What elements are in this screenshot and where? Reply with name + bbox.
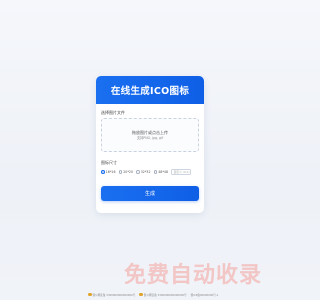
size-option-20[interactable]: 20*20 bbox=[118, 170, 133, 174]
footer-item[interactable]: 浙公网安备 3300000000000000号 bbox=[139, 292, 187, 297]
size-option-16[interactable]: 16*16 bbox=[101, 170, 116, 174]
size-option-32[interactable]: 32*32 bbox=[136, 170, 151, 174]
page-title: 在线生成ICO图标 bbox=[110, 86, 190, 97]
upload-format-hint: 支持PNG, jpg, gif bbox=[136, 135, 164, 140]
radio-button[interactable] bbox=[153, 170, 158, 174]
card-body: 选择图片文件 拖放图片或点击上传 支持PNG, jpg, gif 图标尺寸 16… bbox=[96, 104, 204, 201]
ico-generator-card: 在线生成ICO图标 选择图片文件 拖放图片或点击上传 支持PNG, jpg, g… bbox=[96, 76, 204, 213]
footer-item[interactable]: 浙公网安备 3300000000000000号 bbox=[88, 292, 136, 297]
radio-button[interactable] bbox=[101, 170, 105, 174]
size-option-label: 48*48 bbox=[158, 170, 168, 174]
police-badge-icon bbox=[139, 292, 143, 297]
select-file-label: 选择图片文件 bbox=[101, 110, 125, 115]
generate-button[interactable]: 生成 bbox=[101, 186, 199, 201]
icon-size-label: 图标尺寸 bbox=[101, 160, 117, 165]
file-upload-dropzone[interactable]: 拖放图片或点击上传 支持PNG, jpg, gif bbox=[101, 118, 199, 152]
custom-size-input[interactable]: 自定义 (0-x) bbox=[171, 169, 191, 175]
footer: 浙公网安备 3300000000000000号 浙公网安备 3300000000… bbox=[0, 289, 300, 300]
size-options: 16*16 20*20 32*32 48*48 自定义 (0-x) bbox=[101, 168, 199, 176]
radio-button[interactable] bbox=[118, 170, 123, 174]
size-option-label: 16*16 bbox=[105, 170, 116, 174]
radio-button[interactable] bbox=[136, 170, 140, 174]
custom-size-placeholder: 自定义 (0-x) bbox=[173, 170, 190, 174]
size-option-48[interactable]: 48*48 bbox=[153, 170, 168, 174]
size-option-label: 32*32 bbox=[140, 170, 151, 174]
card-header: 在线生成ICO图标 bbox=[96, 76, 204, 104]
footer-item-text: 浙公网安备 3300000000000000号 bbox=[92, 293, 136, 297]
police-badge-icon bbox=[88, 292, 92, 297]
footer-item[interactable]: 浙ICP备00000000号-1 bbox=[191, 293, 219, 297]
footer-item-text: 浙ICP备00000000号-1 bbox=[190, 293, 219, 297]
size-option-label: 20*20 bbox=[123, 170, 133, 174]
watermark-text: 免费自动收录 bbox=[124, 263, 263, 288]
footer-item-text: 浙公网安备 3300000000000000号 bbox=[143, 293, 187, 297]
